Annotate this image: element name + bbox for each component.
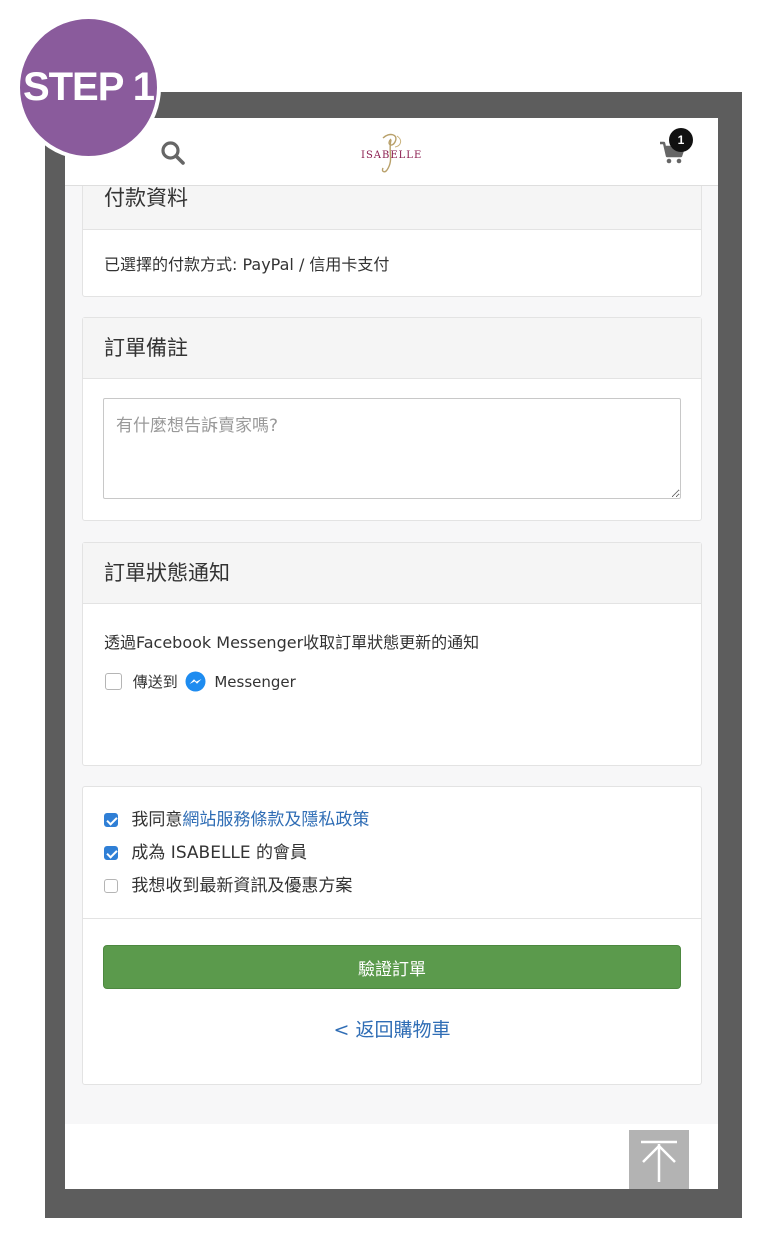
notification-description: 透過Facebook Messenger收取訂單狀態更新的通知: [104, 633, 480, 652]
order-notification-title: 訂單狀態通知: [104, 561, 230, 585]
messenger-optin-checkbox[interactable]: [105, 673, 122, 690]
checkout-confirm-card: 我同意網站服務條款及隱私政策 成為 ISABELLE 的會員 我想收到最新資訊及…: [82, 786, 702, 1085]
cart-count-badge: 1: [669, 128, 693, 152]
messenger-label: Messenger: [214, 672, 296, 691]
page-footer-area: [65, 1124, 718, 1189]
newsletter-row[interactable]: 我想收到最新資訊及優惠方案: [104, 875, 352, 897]
order-notification-card: 訂單狀態通知 透過Facebook Messenger收取訂單狀態更新的通知 傳…: [82, 542, 702, 766]
back-to-top-button[interactable]: [629, 1130, 689, 1189]
step-label: STEP 1: [22, 65, 155, 109]
order-note-title: 訂單備註: [104, 336, 188, 360]
search-button[interactable]: [160, 140, 186, 166]
become-member-checkbox[interactable]: [104, 846, 118, 860]
brand-logo[interactable]: ISABELLE: [361, 130, 421, 176]
become-member-row[interactable]: 成為 ISABELLE 的會員: [104, 842, 307, 864]
card-divider: [83, 918, 701, 919]
verify-order-button[interactable]: 驗證訂單: [103, 945, 681, 989]
messenger-optin-row[interactable]: 傳送到 Messenger: [105, 671, 296, 692]
phone-screen: ISABELLE 1 付款資料 已選擇的付款方式: PayPal / 信用卡支付…: [65, 118, 718, 1189]
agree-terms-row[interactable]: 我同意網站服務條款及隱私政策: [104, 809, 369, 831]
agree-prefix-label: 我同意: [131, 810, 183, 830]
arrow-up-icon: [641, 1140, 677, 1182]
order-note-textarea[interactable]: [103, 398, 681, 499]
newsletter-checkbox[interactable]: [104, 879, 118, 893]
top-navbar: ISABELLE 1: [65, 118, 718, 186]
agree-terms-checkbox[interactable]: [104, 813, 118, 827]
terms-privacy-link[interactable]: 網站服務條款及隱私政策: [182, 810, 369, 830]
messenger-icon: [185, 671, 206, 692]
payment-info-title: 付款資料: [104, 186, 188, 210]
become-member-label: 成為 ISABELLE 的會員: [131, 843, 308, 863]
newsletter-label: 我想收到最新資訊及優惠方案: [131, 876, 353, 896]
selected-payment-method: 已選擇的付款方式: PayPal / 信用卡支付: [104, 255, 390, 274]
order-notification-header: 訂單狀態通知: [83, 543, 701, 604]
brand-logo-text: ISABELLE: [361, 150, 423, 161]
order-note-card: 訂單備註: [82, 317, 702, 521]
step-badge: STEP 1: [16, 15, 161, 160]
back-to-cart-link[interactable]: < 返回購物車: [83, 1015, 701, 1042]
search-icon: [161, 141, 185, 165]
order-note-header: 訂單備註: [83, 318, 701, 379]
send-to-label: 傳送到: [132, 673, 178, 691]
